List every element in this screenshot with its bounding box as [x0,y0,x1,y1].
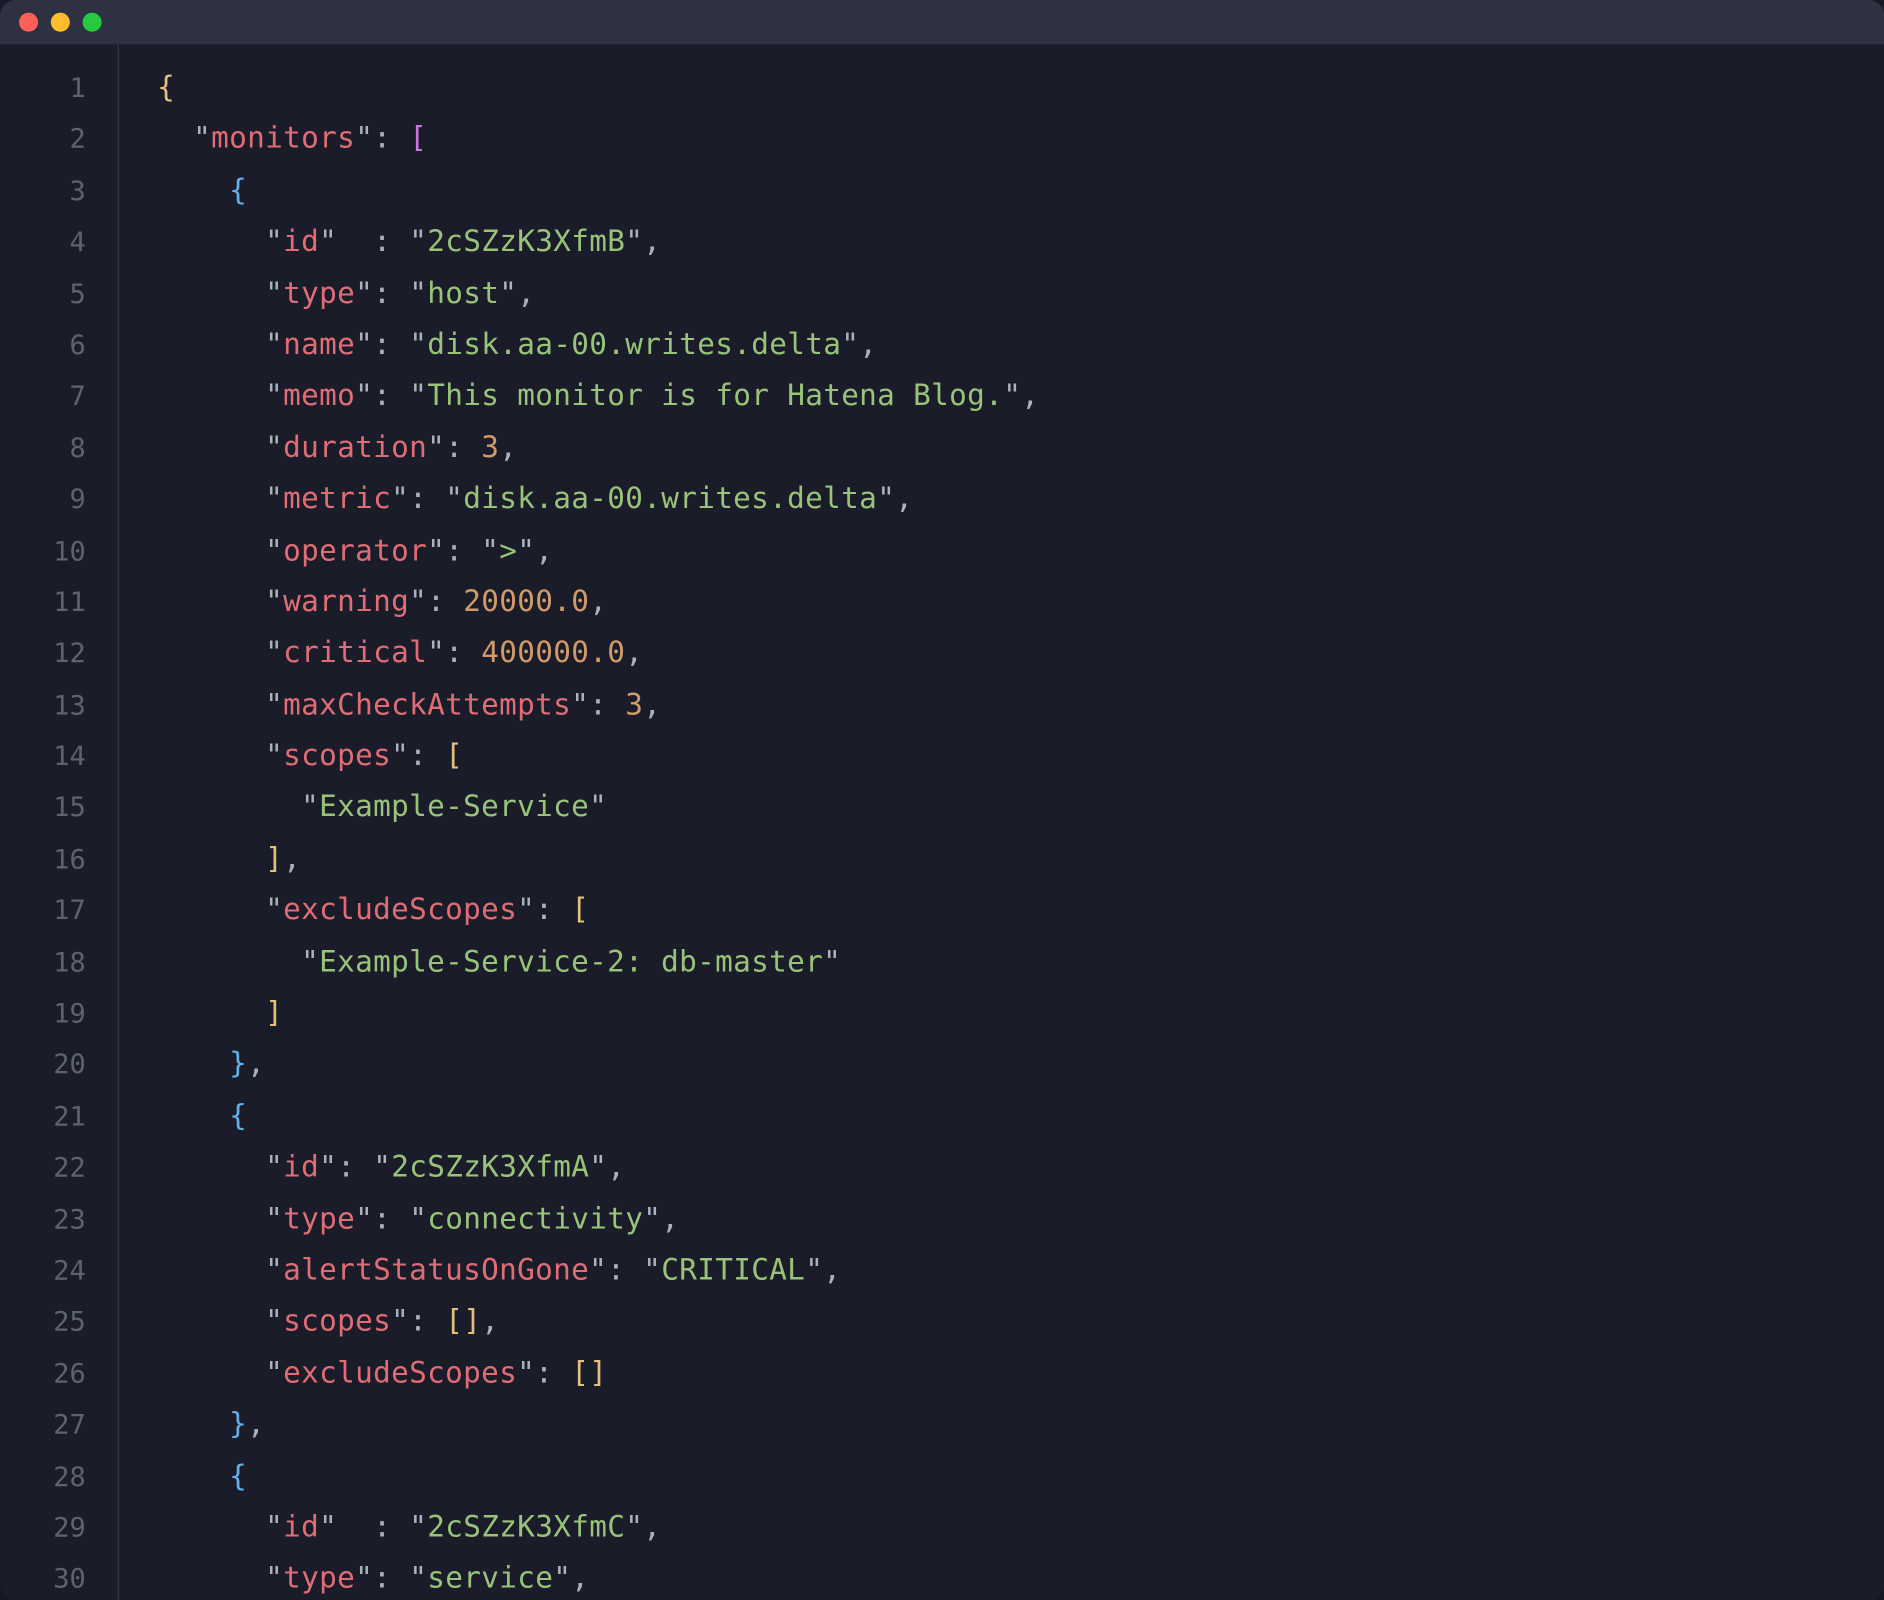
zoom-icon[interactable] [83,13,102,32]
line-number: 14 [0,732,86,783]
editor-pane: 1234567891011121314151617181920212223242… [0,44,1884,1600]
code-line[interactable]: { [157,166,1884,217]
line-number: 4 [0,218,86,269]
line-number: 19 [0,989,86,1040]
code-line[interactable]: ], [157,835,1884,886]
line-number: 22 [0,1143,86,1194]
code-line[interactable]: "critical": 400000.0, [157,629,1884,680]
code-area[interactable]: { "monitors": [ { "id" : "2cSZzK3XfmB", … [119,44,1884,1600]
line-number: 24 [0,1246,86,1297]
code-line[interactable]: "warning": 20000.0, [157,578,1884,629]
line-number: 21 [0,1092,86,1143]
line-number: 16 [0,835,86,886]
titlebar [0,0,1884,44]
line-number: 20 [0,1040,86,1091]
line-number: 10 [0,526,86,577]
code-line[interactable]: "metric": "disk.aa-00.writes.delta", [157,475,1884,526]
line-number: 7 [0,372,86,423]
line-number: 1 [0,64,86,115]
code-line[interactable]: "duration": 3, [157,423,1884,474]
code-line[interactable]: "memo": "This monitor is for Hatena Blog… [157,372,1884,423]
minimize-icon[interactable] [51,13,70,32]
code-line[interactable]: "type": "connectivity", [157,1195,1884,1246]
line-number: 23 [0,1195,86,1246]
line-number: 26 [0,1349,86,1400]
line-number: 18 [0,938,86,989]
editor-window: 1234567891011121314151617181920212223242… [0,0,1884,1600]
code-line[interactable]: "scopes": [], [157,1298,1884,1349]
line-number: 11 [0,578,86,629]
code-line[interactable]: "Example-Service" [157,783,1884,834]
line-number: 15 [0,783,86,834]
line-number: 5 [0,269,86,320]
close-icon[interactable] [19,13,38,32]
code-line[interactable]: "excludeScopes": [] [157,1349,1884,1400]
line-number: 30 [0,1555,86,1600]
line-number: 27 [0,1400,86,1451]
code-line[interactable]: "id": "2cSZzK3XfmA", [157,1143,1884,1194]
line-number: 17 [0,886,86,937]
code-line[interactable]: }, [157,1400,1884,1451]
code-line[interactable]: ] [157,989,1884,1040]
code-line[interactable]: "alertStatusOnGone": "CRITICAL", [157,1246,1884,1297]
code-line[interactable]: "scopes": [ [157,732,1884,783]
code-line[interactable]: "type": "host", [157,269,1884,320]
line-number: 9 [0,475,86,526]
code-line[interactable]: }, [157,1040,1884,1091]
line-number: 3 [0,166,86,217]
code-line[interactable]: "id" : "2cSZzK3XfmB", [157,218,1884,269]
code-line[interactable]: "id" : "2cSZzK3XfmC", [157,1503,1884,1554]
line-number: 25 [0,1298,86,1349]
code-line[interactable]: { [157,1452,1884,1503]
line-number: 6 [0,321,86,372]
code-line[interactable]: "operator": ">", [157,526,1884,577]
code-line[interactable]: "name": "disk.aa-00.writes.delta", [157,321,1884,372]
line-number: 28 [0,1452,86,1503]
line-number: 12 [0,629,86,680]
code-line[interactable]: "maxCheckAttempts": 3, [157,681,1884,732]
code-line[interactable]: { [157,64,1884,115]
line-number: 29 [0,1503,86,1554]
line-number-gutter: 1234567891011121314151617181920212223242… [0,44,119,1600]
code-line[interactable]: "monitors": [ [157,115,1884,166]
code-line[interactable]: { [157,1092,1884,1143]
code-line[interactable]: "excludeScopes": [ [157,886,1884,937]
code-line[interactable]: "type": "service", [157,1555,1884,1600]
code-line[interactable]: "Example-Service-2: db-master" [157,938,1884,989]
line-number: 8 [0,423,86,474]
line-number: 2 [0,115,86,166]
line-number: 13 [0,681,86,732]
